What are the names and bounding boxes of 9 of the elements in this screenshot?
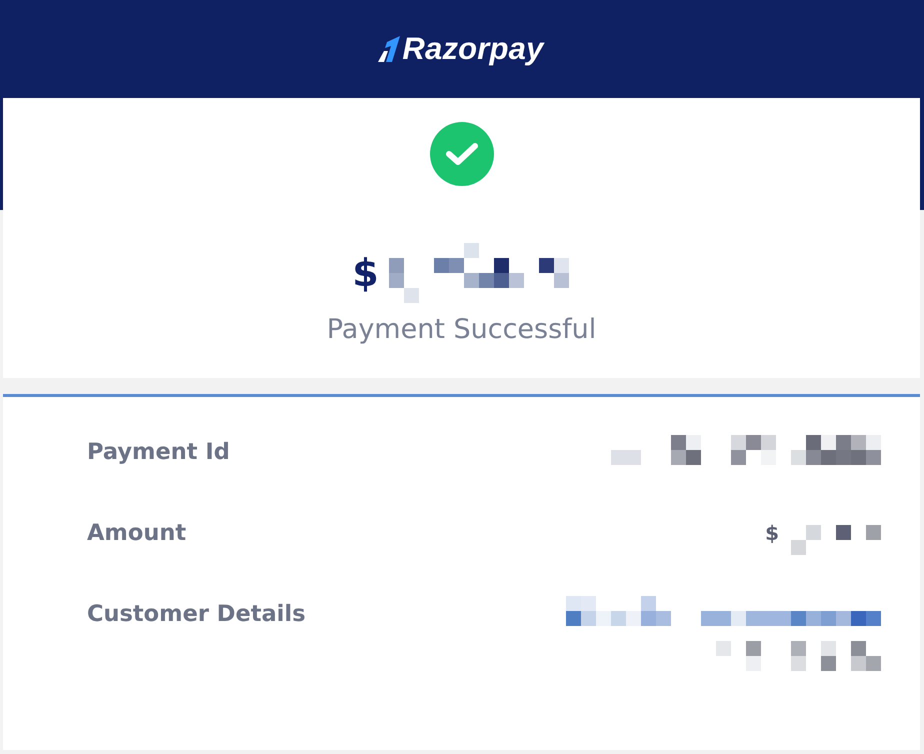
check-circle-icon <box>430 122 494 186</box>
brand-logo: Razorpay <box>402 31 544 67</box>
amount-currency: $ <box>765 520 779 547</box>
amount-currency: $ <box>352 250 379 297</box>
detail-label: Customer Details <box>87 600 306 629</box>
detail-label: Payment Id <box>87 438 230 467</box>
payment-status-text: Payment Successful <box>326 313 596 347</box>
detail-label: Amount <box>87 519 186 548</box>
logo-mark-icon <box>378 36 400 62</box>
